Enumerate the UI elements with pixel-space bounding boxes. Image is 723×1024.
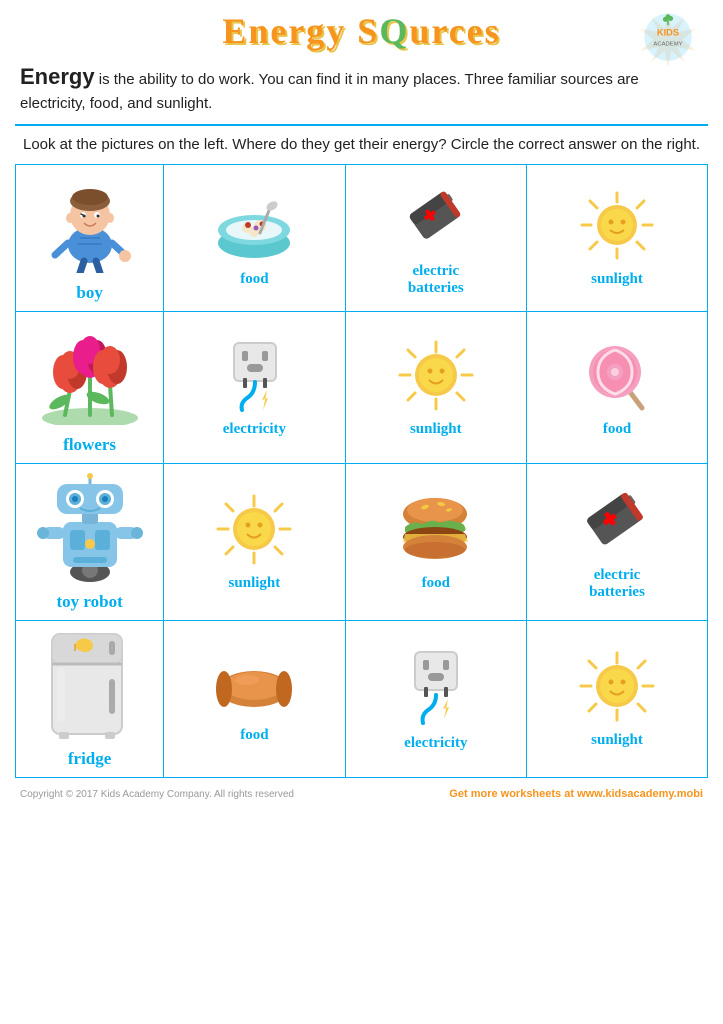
plug-icon-2 bbox=[393, 647, 478, 727]
subject-item-robot: toy robot bbox=[20, 472, 159, 612]
table-row: flowers bbox=[16, 312, 708, 464]
answer-cell-boy-food[interactable]: food bbox=[164, 165, 345, 312]
plug-icon-1 bbox=[212, 338, 297, 413]
answer-item-lollipop: food bbox=[531, 338, 703, 438]
answer-item-battery-2: electricbatteries bbox=[531, 484, 703, 601]
food-burger-label: food bbox=[422, 575, 450, 592]
logo: KIDS ACADEMY bbox=[638, 10, 698, 65]
subject-cell-boy: boy bbox=[16, 165, 164, 312]
footer: Copyright © 2017 Kids Academy Company. A… bbox=[15, 788, 708, 800]
fridge-icon bbox=[37, 629, 142, 739]
sausage-icon bbox=[212, 654, 297, 719]
divider bbox=[15, 124, 708, 126]
svg-text:ACADEMY: ACADEMY bbox=[653, 42, 682, 48]
activity-grid: boy bbox=[15, 164, 708, 778]
sunlight-label-4: sunlight bbox=[591, 732, 643, 749]
answer-item-burger: food bbox=[350, 492, 522, 592]
page: Energy SQurces KIDS ACADEMY Energy is th… bbox=[0, 0, 723, 810]
answer-item-plug-2: electricity bbox=[350, 647, 522, 752]
answer-cell-fridge-electricity[interactable]: electricity bbox=[345, 621, 526, 778]
electricity-label-2: electricity bbox=[404, 735, 467, 752]
answer-cell-robot-battery[interactable]: electricbatteries bbox=[527, 464, 708, 621]
answer-item-battery-1: electricbatteries bbox=[350, 180, 522, 297]
sun-icon-2 bbox=[396, 338, 476, 413]
subject-item-boy: boy bbox=[20, 173, 159, 303]
intro-text: Energy is the ability to do work. You ca… bbox=[15, 60, 708, 116]
subject-cell-robot: toy robot bbox=[16, 464, 164, 621]
subject-item-flowers: flowers bbox=[20, 320, 159, 455]
answer-cell-flowers-electricity[interactable]: electricity bbox=[164, 312, 345, 464]
burger-icon bbox=[393, 492, 478, 567]
boy-icon bbox=[40, 173, 140, 273]
answer-item-plug-1: electricity bbox=[168, 338, 340, 438]
instruction-text: Look at the pictures on the left. Where … bbox=[15, 134, 708, 157]
food-sausage-label: food bbox=[240, 727, 268, 744]
title-ources: urces bbox=[409, 11, 500, 51]
sun-icon-1 bbox=[577, 188, 657, 263]
battery-label-2: electricbatteries bbox=[589, 567, 645, 601]
answer-item-food-bowl: food bbox=[168, 188, 340, 288]
sunlight-label-2: sunlight bbox=[410, 421, 462, 438]
title-q-icon: Q bbox=[379, 11, 409, 51]
title-text: Energy S bbox=[222, 11, 379, 51]
food-lollipop-label: food bbox=[603, 421, 631, 438]
table-row: toy robot bbox=[16, 464, 708, 621]
answer-cell-boy-battery[interactable]: electricbatteries bbox=[345, 165, 526, 312]
food-bowl-icon bbox=[212, 188, 297, 263]
kids-academy-logo: KIDS ACADEMY bbox=[638, 10, 698, 65]
subject-cell-flowers: flowers bbox=[16, 312, 164, 464]
table-row: boy bbox=[16, 165, 708, 312]
website-link[interactable]: Get more worksheets at www.kidsacademy.m… bbox=[449, 788, 703, 800]
answer-item-sausage: food bbox=[168, 654, 340, 744]
subject-label-fridge: fridge bbox=[68, 749, 111, 769]
answer-cell-fridge-sun[interactable]: sunlight bbox=[527, 621, 708, 778]
battery-icon-2 bbox=[577, 484, 657, 559]
answer-item-sun-4: sunlight bbox=[531, 649, 703, 749]
sun-icon-3 bbox=[214, 492, 294, 567]
answer-cell-robot-sun[interactable]: sunlight bbox=[164, 464, 345, 621]
flowers-icon bbox=[30, 320, 150, 425]
sunlight-label-3: sunlight bbox=[229, 575, 281, 592]
answer-cell-robot-food[interactable]: food bbox=[345, 464, 526, 621]
subject-label-boy: boy bbox=[76, 283, 102, 303]
copyright-text: Copyright © 2017 Kids Academy Company. A… bbox=[20, 789, 294, 800]
subject-label-robot: toy robot bbox=[56, 592, 122, 612]
answer-cell-flowers-food[interactable]: food bbox=[527, 312, 708, 464]
answer-cell-fridge-food[interactable]: food bbox=[164, 621, 345, 778]
header: Energy SQurces KIDS ACADEMY bbox=[15, 10, 708, 52]
food-bowl-label: food bbox=[240, 271, 268, 288]
subject-label-flowers: flowers bbox=[63, 435, 116, 455]
battery-label-1: electricbatteries bbox=[408, 263, 464, 297]
answer-cell-boy-sun[interactable]: sunlight bbox=[527, 165, 708, 312]
electricity-label-1: electricity bbox=[223, 421, 286, 438]
sun-icon-4 bbox=[577, 649, 657, 724]
subject-item-fridge: fridge bbox=[20, 629, 159, 769]
answer-item-sun-1: sunlight bbox=[531, 188, 703, 288]
battery-icon-1 bbox=[396, 180, 476, 255]
answer-item-sun-2: sunlight bbox=[350, 338, 522, 438]
table-row: fridge bbox=[16, 621, 708, 778]
svg-text:KIDS: KIDS bbox=[657, 27, 679, 37]
intro-bold: Energy bbox=[20, 64, 95, 89]
answer-item-sun-3: sunlight bbox=[168, 492, 340, 592]
robot-icon bbox=[35, 472, 145, 582]
answer-cell-flowers-sun[interactable]: sunlight bbox=[345, 312, 526, 464]
lollipop-icon bbox=[577, 338, 657, 413]
subject-cell-fridge: fridge bbox=[16, 621, 164, 778]
sunlight-label-1: sunlight bbox=[591, 271, 643, 288]
page-title: Energy SQurces bbox=[222, 10, 500, 52]
